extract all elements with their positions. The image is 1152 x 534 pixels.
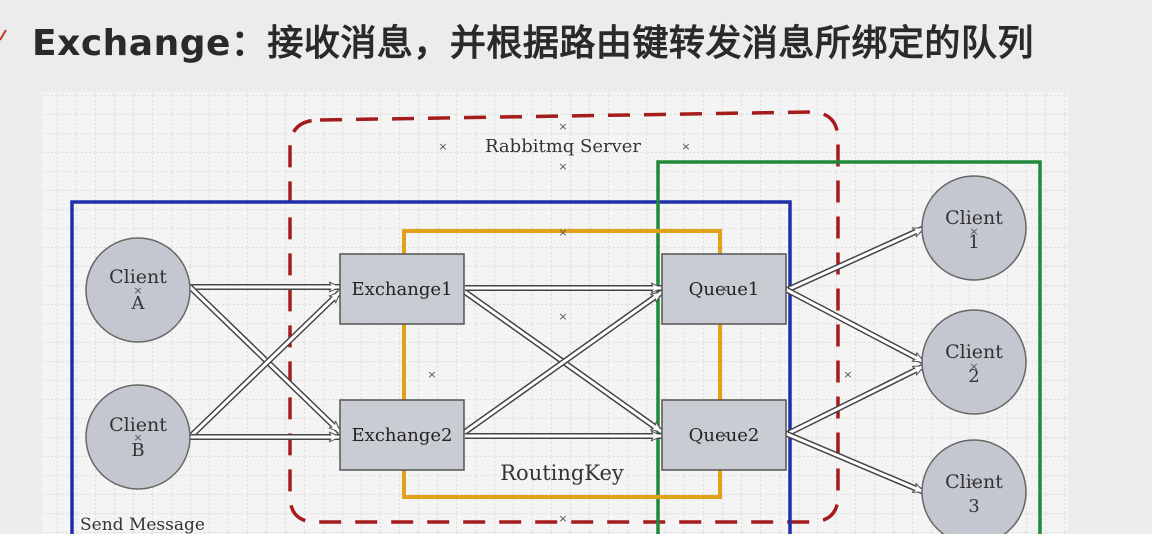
exchange-2: Exchange2 (339, 399, 465, 471)
rabbitmq-routing-diagram: Rabbitmq Server Send Message RoutingKey (42, 92, 1068, 534)
exchange-2-label: Exchange2 (352, 425, 453, 446)
send-message-label: Send Message (80, 515, 205, 534)
svg-text:×: × (969, 360, 978, 373)
routing-key-label: RoutingKey (500, 461, 624, 485)
slide: Exchange：接收消息，并根据路由键转发消息所绑定的队列 Rabbitmq … (0, 0, 1152, 534)
client-3-id: 3 (968, 496, 979, 517)
svg-text:×: × (438, 140, 447, 153)
svg-text:×: × (681, 140, 690, 153)
svg-text:×: × (843, 368, 852, 381)
svg-text:×: × (133, 431, 142, 444)
exchange-1: Exchange1 (339, 253, 465, 325)
svg-text:×: × (969, 475, 978, 488)
svg-text:×: × (719, 428, 728, 441)
svg-text:×: × (427, 368, 436, 381)
svg-text:×: × (558, 160, 567, 173)
svg-text:×: × (558, 512, 567, 525)
server-label: Rabbitmq Server (485, 136, 641, 157)
svg-text:×: × (558, 226, 567, 239)
exchange-1-label: Exchange1 (352, 279, 453, 300)
svg-text:×: × (558, 310, 567, 323)
svg-text:×: × (558, 120, 567, 133)
svg-text:×: × (969, 225, 978, 238)
svg-text:×: × (719, 282, 728, 295)
svg-text:×: × (133, 284, 142, 297)
